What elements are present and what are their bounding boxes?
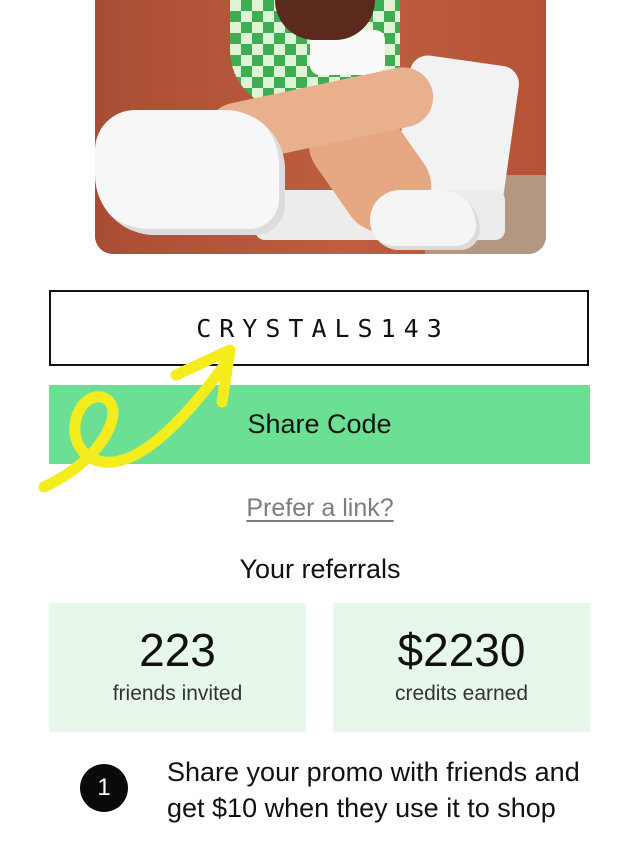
referrals-title: Your referrals [239, 554, 401, 584]
prefer-link[interactable]: Prefer a link? [0, 494, 640, 523]
step-number-badge: 1 [80, 764, 128, 812]
stat-card-credits: $2230 credits earned [333, 603, 590, 732]
stat-label: credits earned [394, 682, 529, 705]
promo-code[interactable]: CRYSTALS143 [188, 314, 450, 343]
promo-code-box[interactable]: CRYSTALS143 [49, 290, 589, 366]
stat-label: friends invited [112, 682, 243, 705]
photo-sneaker [95, 110, 285, 235]
step-text: Share your promo with friends and get $1… [167, 757, 580, 823]
stat-card-friends: 223 friends invited [49, 603, 306, 732]
photo-sneaker [370, 190, 480, 250]
promo-photo [95, 0, 546, 254]
stat-value: $2230 [397, 624, 526, 676]
stat-value: 223 [139, 624, 216, 676]
share-code-button[interactable]: Share Code [49, 385, 590, 464]
